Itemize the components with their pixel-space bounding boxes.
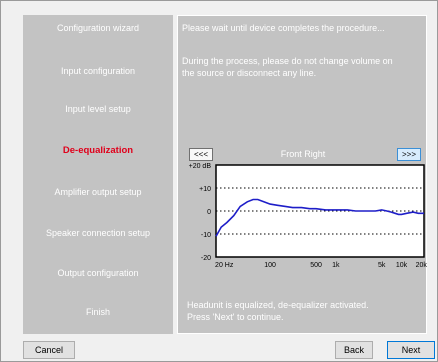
x-tick-label: 20 Hz bbox=[215, 262, 234, 269]
x-tick-label: 10k bbox=[396, 262, 408, 269]
x-tick-label: 100 bbox=[264, 262, 276, 269]
status-message-line2: Press 'Next' to continue. bbox=[187, 312, 284, 322]
x-tick-label: 20k bbox=[416, 262, 428, 269]
warning-message-line2: the source or disconnect any line. bbox=[182, 68, 317, 78]
step-input-level-setup: Input level setup bbox=[65, 104, 131, 114]
main-panel: Please wait until device completes the p… bbox=[177, 15, 427, 334]
wizard-window: Configuration wizard Input configuration… bbox=[0, 0, 438, 362]
cancel-button[interactable]: Cancel bbox=[23, 341, 75, 359]
x-tick-label: 5k bbox=[378, 262, 386, 269]
y-tick-label: -10 bbox=[201, 232, 211, 239]
step-amplifier-output-setup: Amplifier output setup bbox=[54, 187, 142, 197]
chart-svg: +20 dB +10 0 -10 -20 20 Hz 100 500 1k 5k 10k 20k bbox=[189, 163, 428, 269]
x-tick-label: 1k bbox=[332, 262, 340, 269]
next-channel-button[interactable]: >>> bbox=[397, 148, 421, 161]
step-input-configuration: Input configuration bbox=[60, 66, 136, 76]
step-output-configuration: Output configuration bbox=[57, 268, 139, 278]
status-message-line1: Headunit is equalized, de-equalizer acti… bbox=[187, 300, 369, 310]
channel-label: Front Right bbox=[280, 149, 326, 159]
y-tick-label: -20 bbox=[201, 255, 211, 262]
step-de-equalization: De-equalization bbox=[62, 145, 134, 156]
y-tick-label: +10 bbox=[199, 186, 211, 193]
back-button[interactable]: Back bbox=[335, 341, 373, 359]
wait-message: Please wait until device completes the p… bbox=[182, 23, 385, 33]
x-tick-label: 500 bbox=[310, 262, 322, 269]
step-finish: Finish bbox=[85, 307, 110, 317]
y-tick-label: +20 dB bbox=[189, 163, 212, 170]
y-tick-label: 0 bbox=[207, 209, 211, 216]
next-button[interactable]: Next bbox=[387, 341, 435, 359]
wizard-steps-panel: Configuration wizard Input configuration… bbox=[23, 15, 173, 334]
step-speaker-connection-setup: Speaker connection setup bbox=[45, 228, 151, 238]
previous-channel-button[interactable]: <<< bbox=[189, 148, 213, 161]
step-configuration-wizard: Configuration wizard bbox=[56, 23, 140, 33]
warning-message-line1: During the process, please do not change… bbox=[182, 56, 393, 66]
frequency-response-chart: +20 dB +10 0 -10 -20 20 Hz 100 500 1k 5k 10k 20k bbox=[178, 163, 428, 278]
